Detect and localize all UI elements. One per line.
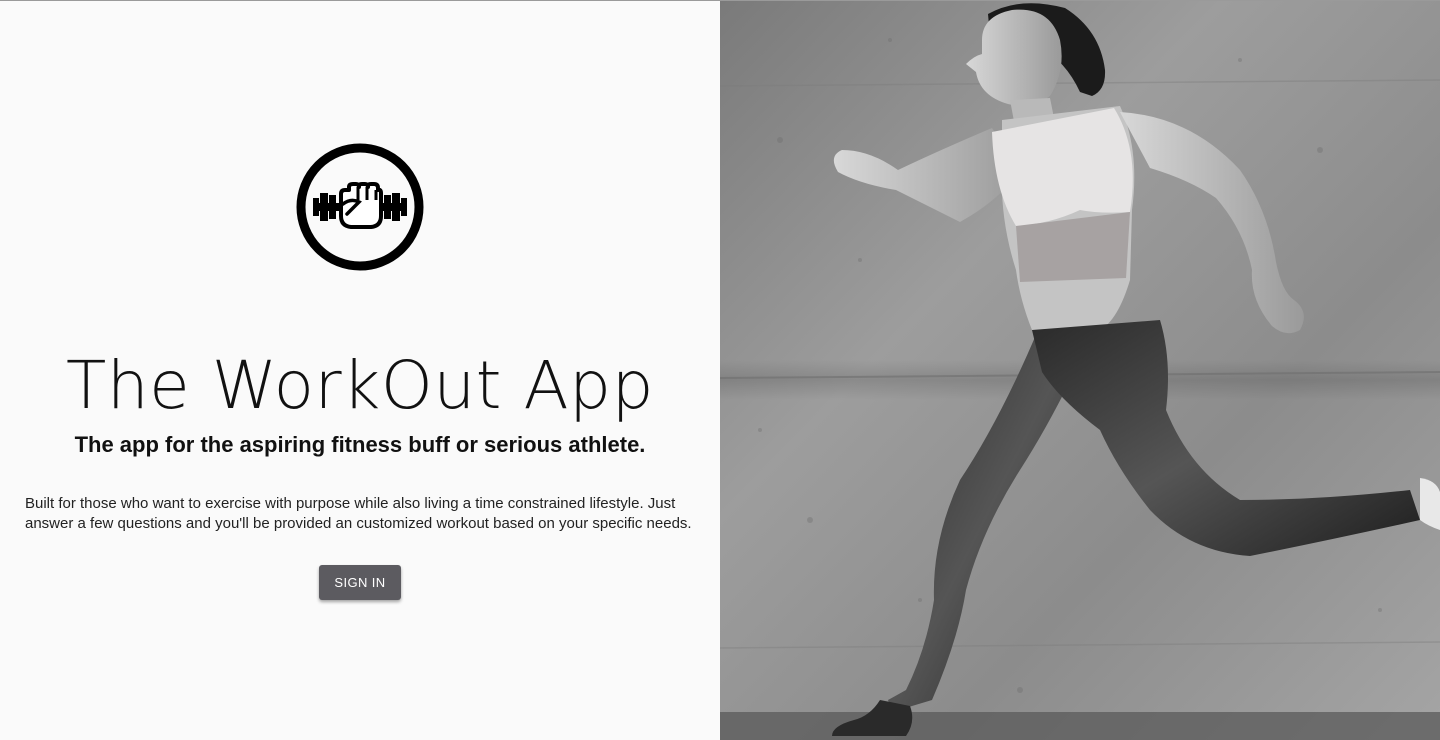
landing-page: The WorkOut App The app for the aspiring… bbox=[0, 0, 1440, 740]
app-tagline: The app for the aspiring fitness buff or… bbox=[74, 432, 646, 458]
fist-dumbbell-icon bbox=[295, 142, 425, 272]
app-title: The WorkOut App bbox=[66, 347, 654, 425]
top-border bbox=[0, 0, 1440, 1]
sign-in-button[interactable]: SIGN IN bbox=[319, 565, 401, 600]
app-description: Built for those who want to exercise wit… bbox=[25, 495, 692, 532]
intro-panel: The WorkOut App The app for the aspiring… bbox=[0, 0, 720, 740]
runner-photo bbox=[720, 0, 1440, 740]
hero-image-panel bbox=[720, 0, 1440, 740]
